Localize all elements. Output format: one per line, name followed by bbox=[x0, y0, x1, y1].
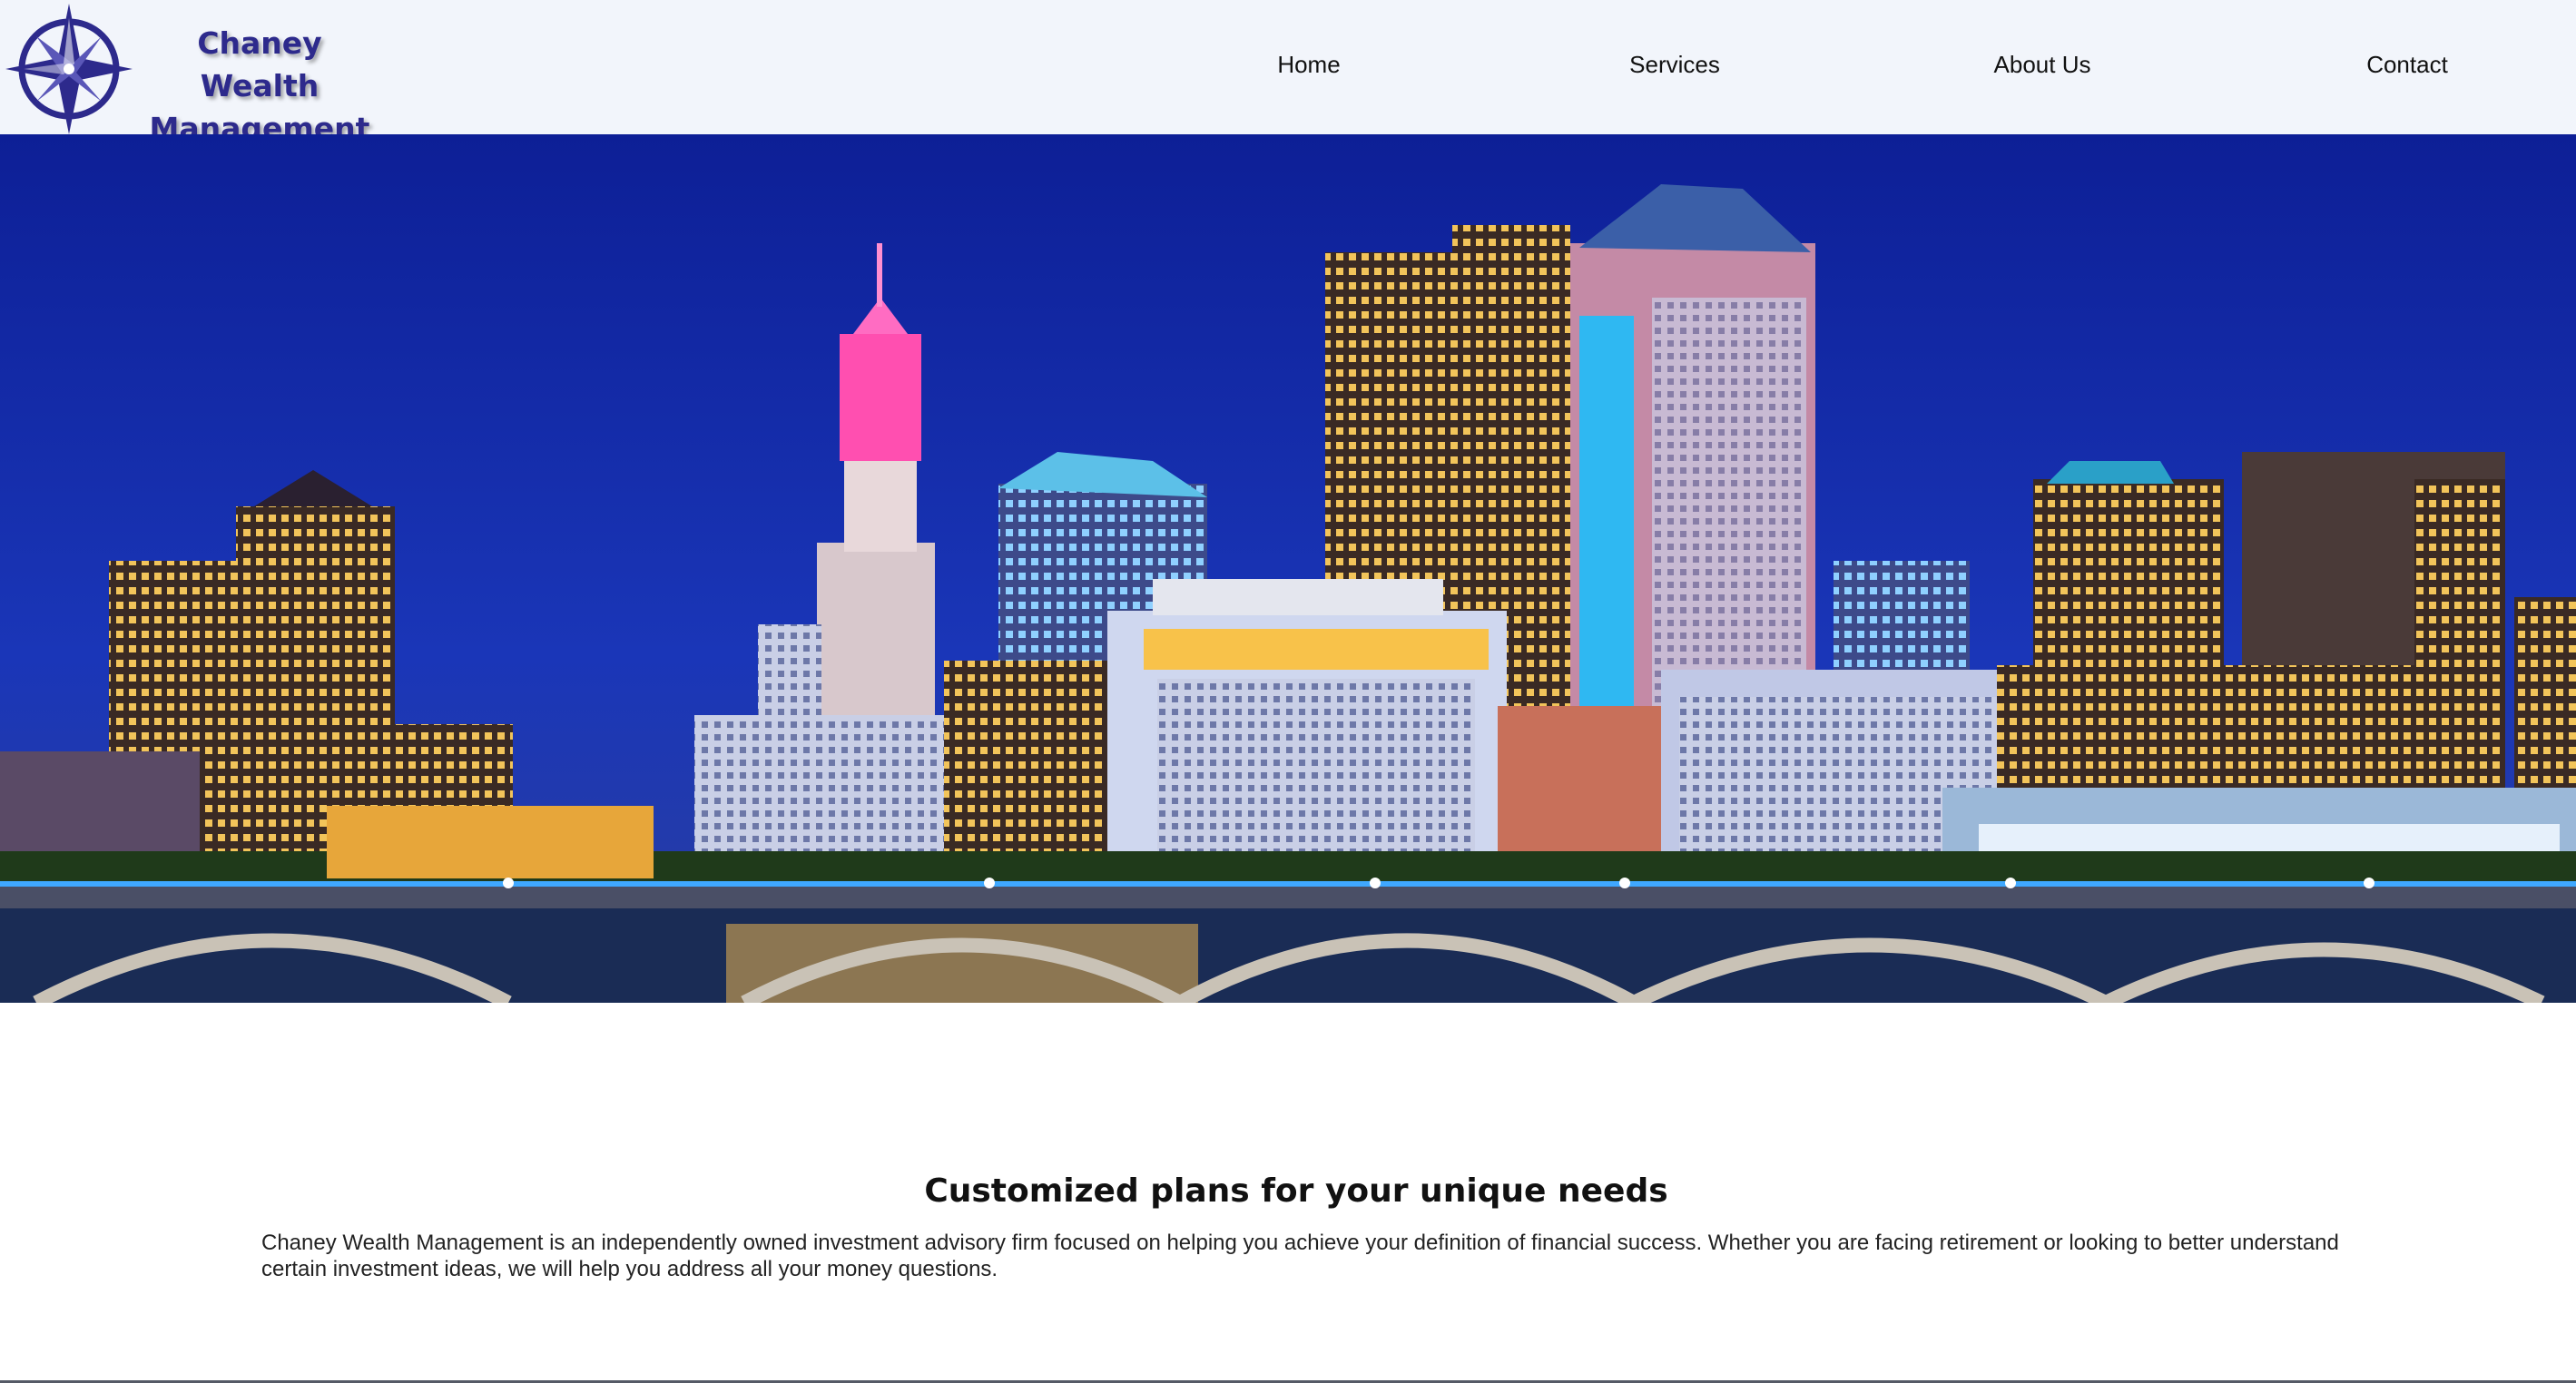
site-header: Chaney Wealth Management Home Services A… bbox=[0, 0, 2576, 146]
compass-star-icon bbox=[5, 4, 133, 134]
logo-text: Chaney Wealth Management bbox=[142, 22, 378, 150]
nav-about-us[interactable]: About Us bbox=[1994, 51, 2091, 79]
hero-image bbox=[0, 134, 2576, 1003]
logo-line-1: Chaney Wealth bbox=[197, 25, 322, 103]
nav-services[interactable]: Services bbox=[1629, 51, 1720, 79]
logo[interactable]: Chaney Wealth Management bbox=[5, 0, 387, 146]
nav-contact[interactable]: Contact bbox=[2366, 51, 2448, 79]
section-heading: Customized plans for your unique needs bbox=[924, 1172, 1668, 1210]
intro-paragraph: Chaney Wealth Management is an independe… bbox=[261, 1231, 2339, 1281]
nav-home[interactable]: Home bbox=[1277, 51, 1340, 79]
city-skyline-photo bbox=[0, 134, 2576, 1003]
